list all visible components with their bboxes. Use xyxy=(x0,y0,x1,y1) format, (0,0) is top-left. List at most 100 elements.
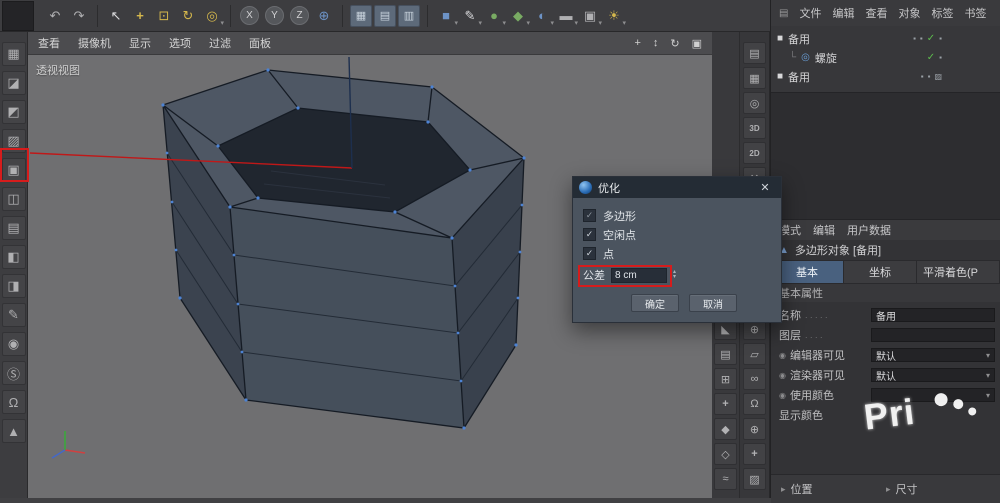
tab-phong[interactable]: 平滑着色(P xyxy=(917,261,1000,283)
vp-menu-view[interactable]: 查看 xyxy=(38,35,60,51)
tree-item-beiyong-1[interactable]: ■ 备用 ▪ ▪ ✓ ▪ xyxy=(771,29,1000,48)
floor-icon[interactable]: ▬ ▾ xyxy=(555,4,577,28)
checkbox-row-polygons[interactable]: ✓ 多边形 xyxy=(583,206,771,225)
vp-menu-display[interactable]: 显示 xyxy=(129,35,151,51)
add-green-icon[interactable]: + xyxy=(743,443,766,465)
subdivision-surface-icon[interactable]: ● ▾ xyxy=(483,4,505,28)
dialog-titlebar[interactable]: 优化 ✕ xyxy=(573,177,781,198)
vp-menu-filter[interactable]: 过滤 xyxy=(209,35,231,51)
scale-tool-icon[interactable]: ⊡ xyxy=(153,4,175,28)
gem-icon[interactable]: ◆ xyxy=(714,418,737,440)
om-menu-edit[interactable]: 编辑 xyxy=(832,5,854,21)
tab-coordinates[interactable]: 坐标 xyxy=(844,261,917,283)
om-menu-bookmarks[interactable]: 书签 xyxy=(964,5,986,21)
triangle-icon[interactable]: ▸ xyxy=(781,484,786,495)
hex-icon[interactable]: ◇ xyxy=(714,443,737,465)
axis-lock-icon[interactable]: ◨ xyxy=(2,274,26,298)
hatch-icon[interactable]: ▤ xyxy=(714,343,737,365)
brush-tool-icon[interactable]: ◉ xyxy=(2,332,26,356)
magnet2-icon[interactable]: Ω xyxy=(743,393,766,415)
link-icon[interactable]: ∞ xyxy=(743,368,766,390)
enabled-check-icon[interactable]: ✓ xyxy=(927,33,935,44)
deformers-icon[interactable]: ◐ ▾ xyxy=(531,4,553,28)
renderer-visibility-select[interactable]: 默认 ▾ xyxy=(871,368,995,382)
enable-axis-icon[interactable]: ◧ xyxy=(2,245,26,269)
checkbox-unused-points[interactable]: ✓ xyxy=(583,228,596,241)
axis-cross-icon[interactable]: + xyxy=(714,393,737,415)
make-editable-icon[interactable]: ▦ xyxy=(2,42,26,66)
checkbox-points[interactable]: ✓ xyxy=(583,247,596,260)
view-2d-icon[interactable]: 2D xyxy=(743,142,766,164)
tolerance-input[interactable]: 8 cm xyxy=(611,268,667,283)
panel-menu-icon[interactable]: ▤ xyxy=(779,8,788,19)
points-mode-icon[interactable]: ▣ xyxy=(2,158,26,182)
primitive-cube-icon[interactable]: ■ ▾ xyxy=(435,4,457,28)
vp-menu-panel[interactable]: 面板 xyxy=(249,35,271,51)
visibility-dot-icon[interactable]: ▪ xyxy=(939,34,942,43)
checkbox-polygons[interactable]: ✓ xyxy=(583,209,596,222)
edges-mode-icon[interactable]: ◫ xyxy=(2,187,26,211)
render-picture-icon[interactable]: ▤ xyxy=(374,5,396,27)
triangle-icon[interactable]: ▸ xyxy=(886,484,891,495)
close-icon[interactable]: ✕ xyxy=(755,181,775,194)
browser-panel-icon[interactable]: ▦ xyxy=(743,67,766,89)
texture-tag-icon[interactable]: ▨ xyxy=(934,72,942,81)
redo-icon[interactable]: ↷ xyxy=(68,4,90,28)
layer-dot-icon[interactable]: ▪ xyxy=(913,34,916,43)
layer-dot-icon[interactable]: ▪ xyxy=(921,72,924,81)
tree-item-beiyong-2[interactable]: ■ 备用 ▪ ▪ ▨ xyxy=(771,67,1000,86)
use-color-select[interactable]: ▾ xyxy=(871,388,995,402)
render-view-icon[interactable]: ▦ xyxy=(350,5,372,27)
pan-view-icon[interactable]: + xyxy=(634,37,640,50)
texture2-icon[interactable]: ▨ xyxy=(743,468,766,490)
om-menu-tags[interactable]: 标签 xyxy=(931,5,953,21)
magnet-tool-icon[interactable]: Ω xyxy=(2,390,26,414)
polygons-mode-icon[interactable]: ▤ xyxy=(2,216,26,240)
om-menu-view[interactable]: 查看 xyxy=(865,5,887,21)
tree-item-luoxuan[interactable]: └ ◎ 螺旋 ✓ ▪ xyxy=(771,48,1000,67)
sculpt-tool-icon[interactable]: Ⓢ xyxy=(2,361,26,385)
y-axis-lock[interactable]: Y xyxy=(265,6,284,25)
attr-menu-userdata[interactable]: 用户数据 xyxy=(847,222,891,238)
om-menu-object[interactable]: 对象 xyxy=(898,5,920,21)
rotate-tool-icon[interactable]: ↻ xyxy=(177,4,199,28)
om-menu-file[interactable]: 文件 xyxy=(799,5,821,21)
enabled-check-icon[interactable]: ✓ xyxy=(927,52,935,63)
paint-tool-icon[interactable]: ✎ xyxy=(2,303,26,327)
checkbox-row-points[interactable]: ✓ 点 xyxy=(583,244,771,263)
view-3d-icon[interactable]: 3D xyxy=(743,117,766,139)
move-tool-icon[interactable]: + xyxy=(129,4,151,28)
model-mode-icon[interactable]: ◪ xyxy=(2,71,26,95)
rotate-view-icon[interactable]: ↻ xyxy=(670,37,679,50)
last-tool-icon[interactable]: ◎ ▾ xyxy=(201,4,223,28)
cancel-button[interactable]: 取消 xyxy=(689,294,737,312)
undo-icon[interactable]: ↶ xyxy=(44,4,66,28)
z-axis-lock[interactable]: Z xyxy=(290,6,309,25)
ok-button[interactable]: 确定 xyxy=(631,294,679,312)
light-icon[interactable]: ☀ ▾ xyxy=(603,4,625,28)
grid-green-icon[interactable]: ⊞ xyxy=(714,368,737,390)
camera-icon[interactable]: ▣ ▾ xyxy=(579,4,601,28)
visibility-dot-icon[interactable]: ▪ xyxy=(939,53,942,62)
spinner-down-icon[interactable]: ▾ xyxy=(673,275,676,280)
plane-icon[interactable]: ▱ xyxy=(743,343,766,365)
spinner-stepper[interactable]: ▴ ▾ xyxy=(673,270,676,280)
coords-panel-icon[interactable]: ▤ xyxy=(743,42,766,64)
spline-pen-icon[interactable]: ✎ ▾ xyxy=(459,4,481,28)
select-tool-icon[interactable]: ↖ xyxy=(105,4,127,28)
zoom-view-icon[interactable]: ↕ xyxy=(653,37,659,50)
x-axis-lock[interactable]: X xyxy=(240,6,259,25)
radio-icon[interactable]: ◉ xyxy=(779,391,786,400)
section-basic-properties[interactable]: 基本属性 xyxy=(771,284,1000,302)
attr-menu-edit[interactable]: 编辑 xyxy=(813,222,835,238)
toggle-view-icon[interactable]: ▣ xyxy=(692,37,702,50)
generators-icon[interactable]: ◆ ▾ xyxy=(507,4,529,28)
target2-icon[interactable]: ⊕ xyxy=(743,418,766,440)
checkbox-row-unused-points[interactable]: ✓ 空闲点 xyxy=(583,225,771,244)
coord-system-icon[interactable]: ⊕ xyxy=(313,4,335,28)
editor-visibility-select[interactable]: 默认 ▾ xyxy=(871,348,995,362)
name-field[interactable]: 备用 xyxy=(871,308,995,322)
axis-gizmo-icon[interactable]: ▲ xyxy=(2,419,26,443)
wave-icon[interactable]: ≈ xyxy=(714,468,737,490)
spiral-icon[interactable]: ◎ xyxy=(743,92,766,114)
